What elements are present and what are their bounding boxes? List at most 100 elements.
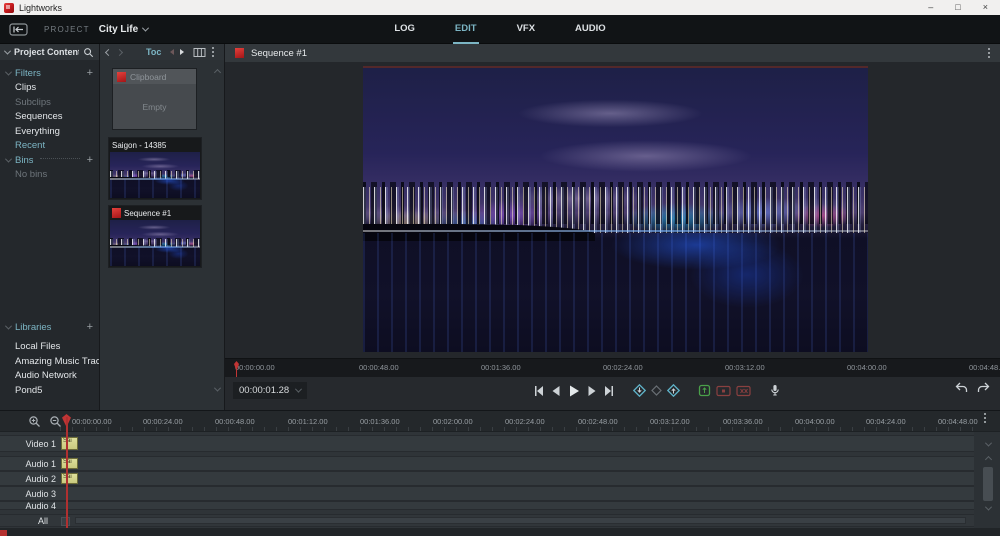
sidebar-item-amazing-music-track[interactable]: Amazing Music Track [0, 354, 99, 369]
minimize-button[interactable]: – [928, 0, 933, 15]
sidebar-item-subclips[interactable]: Subclips [0, 95, 99, 110]
clipboard-tile[interactable]: Clipboard Empty [112, 68, 197, 130]
page-prev-icon[interactable] [167, 49, 174, 55]
sequence-icon [235, 48, 244, 58]
timeline-clip[interactable]: Sai [61, 473, 78, 484]
clip-thumbnail [110, 152, 200, 198]
track-all[interactable]: All [0, 514, 974, 527]
project-contents-header[interactable]: Project Contents [0, 44, 99, 60]
insert-edit-button[interactable] [698, 384, 711, 397]
timeline-scrollbar[interactable] [981, 457, 995, 527]
viewer-controls: 00:00:01.28 [225, 377, 1000, 404]
viewer-playhead[interactable] [233, 361, 240, 375]
sidebar-item-sequences[interactable]: Sequences [0, 110, 99, 125]
ruler-tick: 00:01:12.00 [288, 417, 328, 426]
scrollbar-thumb[interactable] [983, 467, 993, 501]
track-audio-3[interactable]: Audio 3 [0, 486, 974, 501]
sequence-viewer-panel: Sequence #1 00:00:00.00 00:00:48.00 00:0… [225, 44, 1000, 410]
exit-project-icon[interactable] [9, 23, 28, 36]
viewer-timeline-ruler[interactable]: 00:00:00.00 00:00:48.00 00:01:36.00 00:0… [225, 358, 1000, 377]
track-audio-2[interactable]: Audio 2 Sai [0, 471, 974, 486]
add-library-button[interactable]: + [87, 322, 93, 332]
ruler-minor-ticks [60, 427, 980, 431]
ruler-tick: 00:02:48.00 [578, 417, 618, 426]
step-forward-button[interactable] [586, 385, 598, 397]
viewer-title: Sequence #1 [251, 48, 307, 59]
viewer-menu-icon[interactable] [988, 52, 990, 54]
sidebar-item-recent[interactable]: Recent [0, 139, 99, 154]
replace-edit-button[interactable] [716, 385, 731, 397]
timeline-menu-icon[interactable] [984, 417, 986, 419]
video-frame[interactable] [363, 66, 868, 352]
voiceover-mic-button[interactable] [769, 384, 781, 397]
timeline-playhead-line[interactable] [66, 417, 68, 529]
sidebar-item-audio-network[interactable]: Audio Network [0, 369, 99, 384]
ruler-tick: 00:00:00.00 [72, 417, 112, 426]
add-marker-button[interactable] [651, 385, 662, 396]
scroll-up-icon[interactable] [214, 69, 221, 76]
track-audio-1[interactable]: Audio 1 Sai [0, 456, 974, 471]
maximize-button[interactable]: □ [955, 0, 960, 15]
mark-in-button[interactable] [633, 384, 646, 397]
sidebar-section-filters[interactable]: Filters + [0, 66, 99, 81]
close-button[interactable]: × [983, 0, 988, 15]
track-audio-4[interactable]: Audio 4 [0, 501, 974, 510]
tab-log[interactable]: LOG [392, 15, 417, 44]
ruler-tick: 00:04:00.00 [795, 417, 835, 426]
zoom-in-icon[interactable] [28, 415, 41, 428]
undo-icon[interactable] [955, 382, 968, 394]
sidebar-section-libraries[interactable]: Libraries + [0, 320, 99, 335]
sidebar-item-everything[interactable]: Everything [0, 124, 99, 139]
timeline-bottom-strip [0, 528, 1000, 536]
step-back-button[interactable] [550, 385, 562, 397]
add-bin-button[interactable]: + [87, 155, 93, 165]
search-icon[interactable] [83, 47, 94, 58]
ruler-tick: 00:00:24.00 [143, 417, 183, 426]
scroll-down-icon[interactable] [984, 504, 991, 511]
mark-out-button[interactable] [667, 384, 680, 397]
track-video-1[interactable]: Video 1 Sai [0, 435, 974, 452]
tile-view-icon[interactable] [193, 47, 206, 58]
ruler-tick: 00:00:48.00 [215, 417, 255, 426]
sidebar-item-local-files[interactable]: Local Files [0, 340, 99, 355]
sequence-tile[interactable]: Sequence #1 [108, 205, 202, 268]
transport-controls [533, 381, 781, 400]
timecode-display[interactable]: 00:00:01.28 [233, 382, 307, 399]
track-collapse-icon[interactable] [985, 440, 992, 447]
viewer-header: Sequence #1 [225, 44, 1000, 62]
timeline-ruler[interactable]: 00:00:00.00 00:00:24.00 00:00:48.00 00:0… [0, 411, 1000, 432]
tab-audio[interactable]: AUDIO [573, 15, 608, 44]
tab-edit[interactable]: EDIT [453, 15, 479, 44]
ruler-tick: 00:01:36.00 [360, 417, 400, 426]
page-next-icon[interactable] [180, 49, 187, 55]
timeline-clip[interactable]: Sai [61, 437, 78, 450]
skip-end-button[interactable] [603, 385, 615, 397]
timeline-tracks: Video 1 Sai Audio 1 Sai Audio 2 Sai Audi… [0, 432, 974, 528]
skip-start-button[interactable] [533, 385, 545, 397]
redo-icon[interactable] [977, 382, 990, 394]
sidebar-section-bins[interactable]: Bins + [0, 153, 99, 168]
remove-edit-button[interactable] [736, 385, 751, 397]
timeline-panel: 00:00:00.00 00:00:24.00 00:00:48.00 00:0… [0, 410, 1000, 536]
nav-back-icon[interactable] [105, 48, 112, 55]
play-button[interactable] [567, 384, 581, 398]
bin-menu-icon[interactable] [212, 51, 214, 53]
clipboard-empty-text: Empty [113, 84, 196, 130]
sidebar-item-clips[interactable]: Clips [0, 81, 99, 96]
bin-nav-label[interactable]: Toc [146, 47, 161, 57]
project-name-dropdown[interactable]: City Life [99, 24, 148, 35]
scroll-down-icon[interactable] [214, 385, 221, 392]
bin-contents-panel: Toc Clipboard Empty Saigon - 14385 Seque… [100, 44, 225, 410]
timeline-start-marker [0, 530, 7, 536]
panel-title: Project Contents [14, 47, 79, 57]
timeline-clip[interactable]: Sai [61, 458, 78, 469]
clip-tile-saigon[interactable]: Saigon - 14385 [108, 137, 202, 200]
ruler-tick: 00:04:48.00 [969, 363, 1000, 372]
chevron-down-icon [5, 155, 12, 162]
tab-vfx[interactable]: VFX [515, 15, 537, 44]
scroll-up-icon[interactable] [984, 456, 991, 463]
add-filter-button[interactable]: + [87, 68, 93, 78]
sidebar-item-pond5[interactable]: Pond5 [0, 383, 99, 398]
nav-forward-icon[interactable] [116, 48, 123, 55]
ruler-tick: 00:02:24.00 [603, 363, 643, 372]
